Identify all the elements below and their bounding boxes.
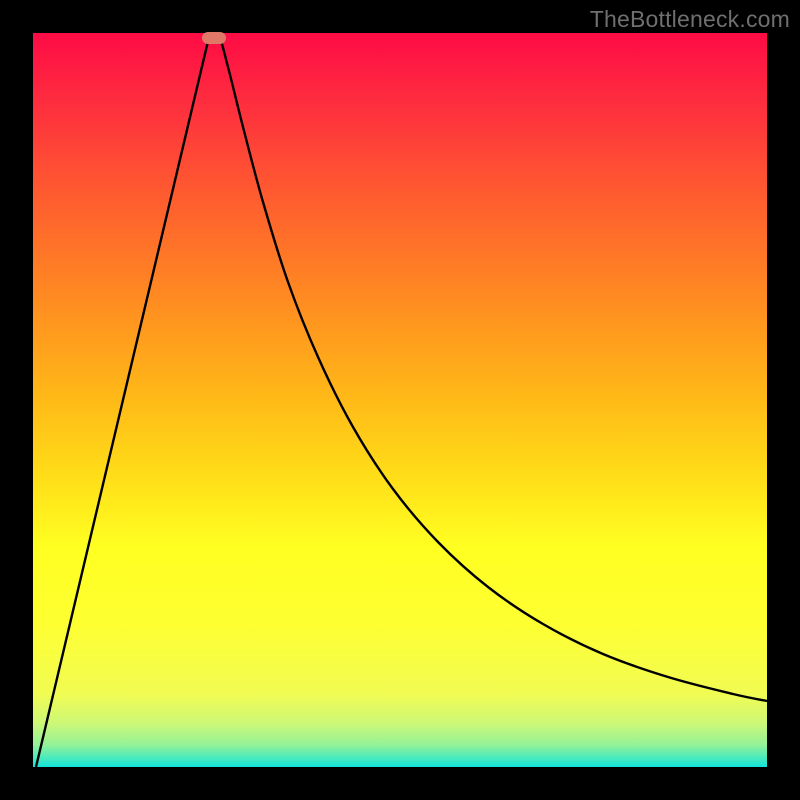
bottleneck-curve — [36, 35, 767, 767]
watermark-text: TheBottleneck.com — [590, 6, 790, 33]
chart-stage: TheBottleneck.com — [0, 0, 800, 800]
optimum-marker — [202, 32, 226, 44]
curve-svg — [33, 33, 767, 767]
plot-area — [33, 33, 767, 767]
